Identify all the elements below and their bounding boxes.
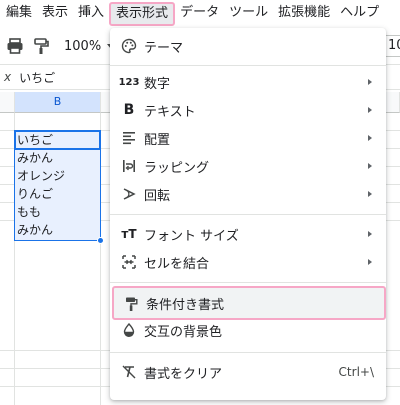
font-size-icon: тT bbox=[121, 227, 137, 241]
fill-handle[interactable] bbox=[97, 237, 104, 244]
active-cell bbox=[14, 130, 101, 150]
chevron-right-icon bbox=[368, 231, 372, 237]
menu-item-number[interactable]: 123 数字 bbox=[110, 68, 386, 96]
menu-item-clear-formatting[interactable]: 書式をクリア Ctrl+\ bbox=[110, 358, 386, 386]
menu-divider bbox=[110, 352, 386, 353]
menu-format[interactable]: 表示形式 bbox=[109, 2, 176, 26]
menu-item-label: 条件付き書式 bbox=[146, 297, 225, 313]
chevron-right-icon bbox=[368, 191, 372, 197]
menu-divider bbox=[110, 65, 386, 66]
paint-format-icon[interactable] bbox=[30, 35, 52, 57]
paint-roller-icon bbox=[122, 295, 140, 313]
fill-drop-icon bbox=[120, 321, 138, 339]
menu-item-wrapping[interactable]: ラッピング bbox=[110, 152, 386, 180]
menu-data[interactable]: データ bbox=[175, 2, 224, 26]
menu-insert[interactable]: 挿入 bbox=[73, 2, 109, 26]
zoom-select[interactable]: 100% bbox=[64, 38, 116, 54]
zoom-value: 100% bbox=[64, 38, 102, 54]
wrap-icon bbox=[120, 157, 138, 175]
number-format-icon: 123 bbox=[118, 76, 140, 88]
palette-icon bbox=[120, 37, 138, 55]
menu-item-label: 回転 bbox=[144, 188, 171, 204]
menu-item-text[interactable]: B テキスト bbox=[110, 96, 386, 124]
align-icon bbox=[120, 129, 138, 147]
chevron-right-icon bbox=[368, 259, 372, 265]
shortcut-label: Ctrl+\ bbox=[338, 365, 374, 379]
menu-bar: 編集 表示 挿入 表示形式 データ ツール 拡張機能 ヘルプ bbox=[0, 0, 400, 28]
formula-input[interactable]: いちご bbox=[19, 69, 55, 86]
menu-help[interactable]: ヘルプ bbox=[335, 2, 384, 26]
menu-item-rotation[interactable]: 回転 bbox=[110, 180, 386, 208]
menu-item-theme[interactable]: テーマ bbox=[110, 32, 386, 60]
menu-item-conditional-formatting[interactable]: 条件付き書式 bbox=[112, 286, 386, 320]
menu-item-label: フォント サイズ bbox=[144, 228, 239, 244]
menu-edit[interactable]: 編集 bbox=[0, 2, 37, 26]
chevron-right-icon bbox=[368, 79, 372, 85]
menu-divider bbox=[110, 214, 386, 215]
rotate-icon bbox=[120, 185, 138, 203]
menu-divider bbox=[110, 282, 386, 283]
chevron-right-icon bbox=[368, 163, 372, 169]
menu-item-label: 交互の背景色 bbox=[144, 324, 223, 340]
print-icon[interactable] bbox=[4, 35, 26, 57]
column-header-a[interactable] bbox=[0, 92, 15, 113]
menu-item-label: セルを結合 bbox=[144, 256, 210, 272]
menu-item-label: 配置 bbox=[144, 132, 171, 148]
menu-item-label: テーマ bbox=[144, 40, 184, 56]
menu-item-font-size[interactable]: тT フォント サイズ bbox=[110, 220, 386, 248]
menu-item-label: テキスト bbox=[144, 104, 196, 120]
fx-icon: x bbox=[4, 70, 12, 84]
menu-item-label: 書式をクリア bbox=[144, 366, 223, 382]
menu-item-label: 数字 bbox=[144, 76, 171, 92]
menu-extensions[interactable]: 拡張機能 bbox=[273, 2, 335, 26]
merge-cells-icon bbox=[120, 253, 138, 271]
menu-item-label: ラッピング bbox=[144, 160, 210, 176]
menu-view[interactable]: 表示 bbox=[37, 2, 73, 26]
format-menu: テーマ 123 数字 B テキスト 配置 ラッピング 回転 тT フォント サイ… bbox=[110, 28, 386, 400]
menu-tools[interactable]: ツール bbox=[224, 2, 273, 26]
menu-item-alternating-colors[interactable]: 交互の背景色 bbox=[110, 316, 386, 344]
menu-item-alignment[interactable]: 配置 bbox=[110, 124, 386, 152]
menu-item-merge-cells[interactable]: セルを結合 bbox=[110, 248, 386, 276]
bold-icon: B bbox=[123, 102, 135, 118]
chevron-right-icon bbox=[368, 135, 372, 141]
column-header-b[interactable]: B bbox=[15, 92, 101, 113]
chevron-right-icon bbox=[368, 107, 372, 113]
clear-format-icon bbox=[120, 363, 138, 381]
